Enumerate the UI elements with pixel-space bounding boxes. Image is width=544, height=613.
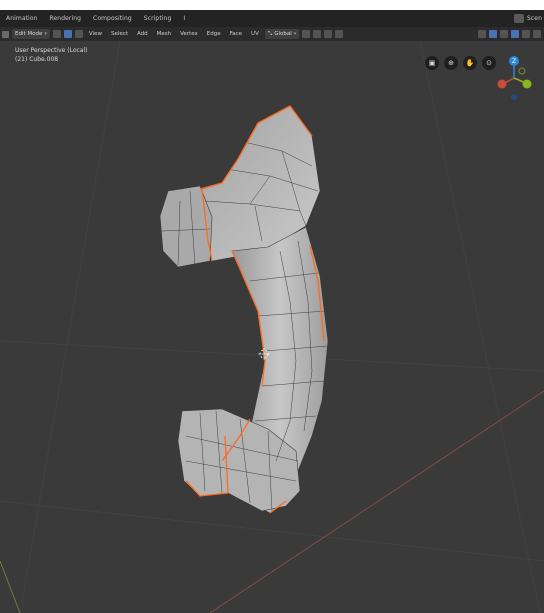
gizmo-z-label: Z (512, 58, 516, 65)
blender-window: Animation Rendering Compositing Scriptin… (0, 10, 544, 613)
viewport-header-right (478, 30, 544, 38)
chevron-down-icon: ▾ (293, 31, 297, 37)
chevron-down-icon: ▾ (44, 31, 47, 37)
snap-button[interactable] (313, 30, 322, 38)
vertex-select-button[interactable] (52, 30, 61, 38)
gizmo-neg-y-axis[interactable] (518, 67, 526, 75)
edge-select-button[interactable] (63, 30, 72, 38)
active-object-label: (21) Cube.008 (15, 56, 59, 63)
tab-scripting[interactable]: Scripting (138, 10, 178, 27)
y-axis-line (0, 560, 21, 613)
pivot-point-button[interactable] (302, 30, 311, 38)
xray-toggle-button[interactable] (500, 30, 508, 38)
camera-view-icon[interactable]: ▣ (425, 56, 439, 70)
pan-hand-icon[interactable]: ✋ (463, 56, 477, 70)
navigation-buttons: ▣ ⊕ ✋ ⊙ (425, 56, 496, 70)
orientation-icon: ⤡ (267, 30, 273, 37)
viewport-header: Edit Mode ▾ View Select Add Mesh Vertex … (0, 27, 544, 41)
editor-type-icon[interactable] (2, 30, 9, 38)
menu-uv[interactable]: UV (248, 31, 262, 37)
menu-add[interactable]: Add (134, 31, 151, 37)
scene-name: Scen (526, 15, 542, 22)
tab-rendering[interactable]: Rendering (44, 10, 88, 27)
face-select-button[interactable] (74, 30, 83, 38)
gizmo-toggle-button[interactable] (478, 30, 486, 38)
transform-orientation-dropdown[interactable]: ⤡ Global ▾ (264, 29, 300, 39)
menu-mesh[interactable]: Mesh (154, 31, 174, 37)
orientation-label: Global (274, 31, 292, 37)
mode-label: Edit Mode (15, 31, 43, 37)
shading-solid-button[interactable] (511, 30, 519, 38)
workspace-tab-bar: Animation Rendering Compositing Scriptin… (0, 10, 544, 27)
proportional-edit-button[interactable] (324, 30, 333, 38)
mode-dropdown[interactable]: Edit Mode ▾ (12, 29, 50, 39)
shading-material-button[interactable] (522, 30, 530, 38)
tab-more[interactable]: I (177, 10, 191, 27)
menu-view[interactable]: View (86, 31, 105, 37)
orientation-gizmo[interactable]: Z (494, 54, 538, 104)
viewport-info-overlay: User Perspective (Local) (21) Cube.008 (15, 46, 87, 64)
menu-face[interactable]: Face (227, 31, 245, 37)
menu-vertex[interactable]: Vertex (177, 31, 201, 37)
zoom-icon[interactable]: ⊕ (444, 56, 458, 70)
overlay-toggle-button[interactable] (489, 30, 497, 38)
view-perspective-label: User Perspective (Local) (15, 47, 88, 54)
scene-selector[interactable]: Scen (513, 13, 542, 24)
overlay-extra-button[interactable] (335, 30, 344, 38)
3d-viewport[interactable] (0, 41, 544, 613)
tab-compositing[interactable]: Compositing (87, 10, 138, 27)
mesh-object[interactable] (159, 105, 329, 514)
shading-rendered-button[interactable] (533, 30, 541, 38)
menu-select[interactable]: Select (108, 31, 131, 37)
gizmo-neg-z-axis[interactable] (511, 94, 517, 100)
gizmo-y-axis[interactable] (522, 79, 532, 89)
menu-edge[interactable]: Edge (204, 31, 224, 37)
scene-icon (513, 14, 524, 23)
gizmo-x-axis[interactable] (497, 79, 507, 89)
tab-animation[interactable]: Animation (0, 10, 44, 27)
